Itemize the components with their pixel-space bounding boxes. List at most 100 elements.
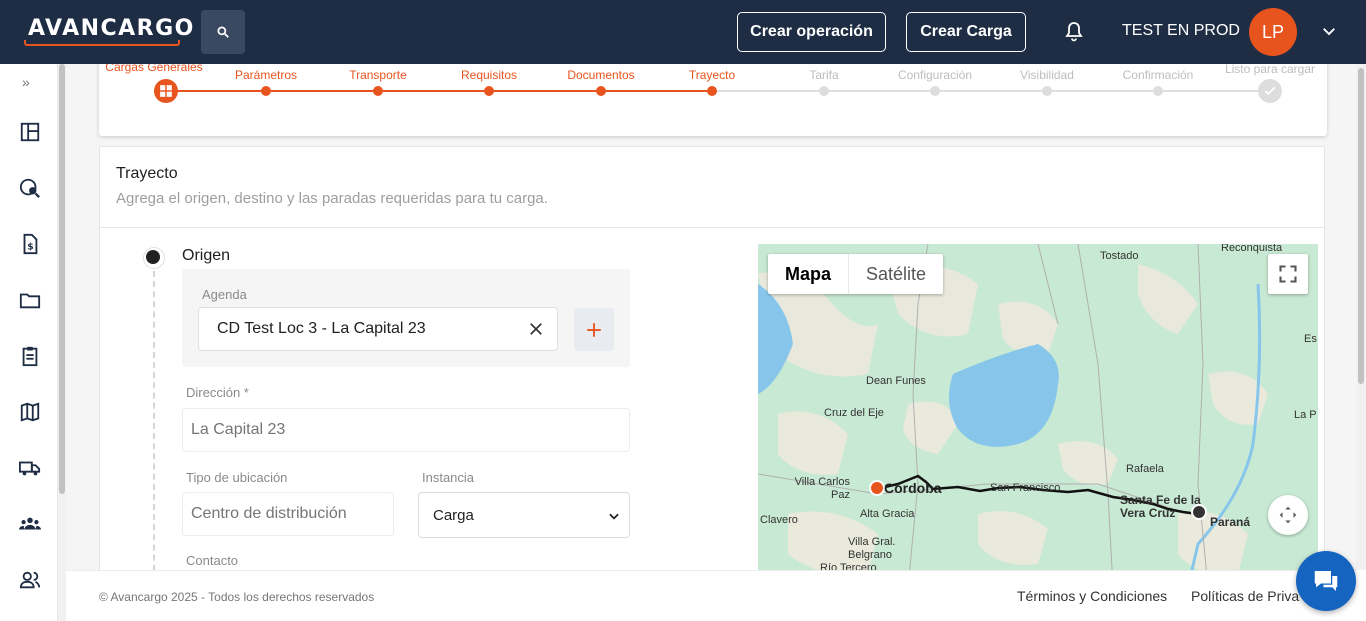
search-icon [217,26,229,38]
step-dot [819,86,829,96]
step-label: Trayecto [688,68,736,82]
map-tab-map[interactable]: Mapa [768,254,850,294]
invoice-icon[interactable]: $ [18,232,42,256]
instance-label: Instancia [422,470,475,485]
page-scrollbar[interactable] [1356,64,1366,570]
step-visibilidad[interactable]: Visibilidad [987,68,1107,82]
main-content: Cargas Generales Parámetros Transporte R… [66,64,1356,570]
terms-link[interactable]: Términos y Condiciones [1017,588,1167,604]
step-parametros[interactable]: Parámetros [206,68,326,82]
step-label: Requisitos [460,68,518,82]
create-operation-button[interactable]: Crear operación [737,12,886,52]
group-icon[interactable] [18,512,42,536]
origin-timeline-marker [144,248,164,268]
truck-icon[interactable] [18,456,42,480]
map-tab-satellite[interactable]: Satélite [849,254,943,294]
user-avatar[interactable]: LP [1249,8,1297,56]
step-configuracion[interactable]: Configuración [875,68,995,82]
step-dot [373,86,383,96]
step-dot [707,86,717,96]
step-dot [261,86,271,96]
location-type-input[interactable] [191,505,380,523]
stepper: Cargas Generales Parámetros Transporte R… [99,64,1327,136]
folder-icon[interactable] [18,288,42,312]
location-type-field[interactable] [182,492,394,536]
map-label: San Francisco [990,482,1061,494]
step-label: Configuración [897,68,973,82]
step-dot [484,86,494,96]
step-requisitos[interactable]: Requisitos [429,68,549,82]
map-label: Es [1304,333,1317,345]
origin-marker[interactable] [869,480,885,496]
avancargo-logo[interactable]: AVANCARGO [24,14,193,46]
map-label: Villa Gral. Belgrano [848,536,896,561]
step-dot [930,86,940,96]
agenda-value: CD Test Loc 3 - La Capital 23 [217,320,426,337]
origin-label: Origen [182,247,231,264]
map-camera-control[interactable] [1268,495,1308,535]
step-transporte[interactable]: Transporte [318,68,438,82]
agenda-label: Agenda [202,287,247,302]
expand-sidebar-icon[interactable]: » [22,74,30,90]
step-trayecto[interactable]: Trayecto [652,68,772,82]
section-subtitle: Agrega el origen, destino y las paradas … [116,190,548,207]
step-documentos[interactable]: Documentos [541,68,661,82]
stepper-progress-line [154,90,712,92]
step-listo-para-cargar[interactable]: Listo para cargar [1210,64,1330,76]
agenda-autocomplete[interactable]: CD Test Loc 3 - La Capital 23 [198,307,558,351]
sidebar-scrollbar-thumb[interactable] [59,64,65,494]
step-current-marker [154,79,178,103]
clear-icon[interactable] [527,320,545,338]
add-agenda-button[interactable] [574,308,614,351]
chevron-down-icon[interactable] [1320,22,1338,40]
map-label: Reconquista [1221,244,1283,254]
user-name[interactable]: TEST EN PROD [1122,22,1240,40]
map-label: Rafaela [1126,463,1164,475]
map-label: Clavero [760,514,798,526]
search-button[interactable] [201,10,245,54]
fullscreen-button[interactable] [1268,254,1308,294]
map-label: Río Tercero [820,562,877,570]
map-label: Paraná [1210,515,1251,529]
step-label: Parámetros [234,68,298,82]
step-label: Cargas Generales [105,64,203,74]
instance-value: Carga [433,507,474,524]
top-navbar: AVANCARGO Crear operación Crear Carga TE… [0,0,1366,64]
logo-underline [24,40,180,46]
chat-button[interactable] [1296,551,1356,611]
map-label: Villa Carlos Paz [794,476,850,501]
trayecto-card: Trayecto Agrega el origen, destino y las… [99,146,1325,570]
search-globe-icon[interactable] [18,176,42,200]
step-label: Tarifa [809,68,839,82]
sidebar-scrollbar[interactable] [58,64,66,621]
address-input[interactable] [191,421,593,439]
route-map[interactable]: Reconquista Tostado Dean Funes Cruz del … [758,244,1318,570]
map-icon[interactable] [18,400,42,424]
dashboard-icon[interactable] [18,120,42,144]
instance-select[interactable]: Carga [418,492,630,538]
clipboard-icon[interactable] [18,344,42,368]
step-cargas-generales[interactable]: Cargas Generales [94,64,214,74]
map-label: Dean Funes [866,375,926,387]
timeline-connector [153,271,155,570]
map-label: Córdoba [884,480,942,496]
logo-text: AVANCARGO [28,16,195,41]
step-confirmacion[interactable]: Confirmación [1098,68,1218,82]
copyright-text: © Avancargo 2025 - Todos los derechos re… [99,590,375,604]
privacy-link[interactable]: Políticas de Priva [1191,588,1299,604]
map-label: La P [1294,409,1317,421]
map-type-toggle[interactable]: Mapa Satélite [768,254,944,294]
page-scrollbar-thumb[interactable] [1358,68,1364,384]
create-load-button[interactable]: Crear Carga [906,12,1026,52]
footer: © Avancargo 2025 - Todos los derechos re… [66,570,1356,621]
step-label: Documentos [567,68,635,82]
notifications-bell-icon[interactable] [1062,20,1086,44]
section-divider [100,227,1324,228]
users-icon[interactable] [18,568,42,592]
grid-icon [160,85,172,97]
step-tarifa[interactable]: Tarifa [764,68,884,82]
plus-icon [587,322,601,337]
step-dot [596,86,606,96]
address-label: Dirección * [186,385,249,400]
address-field[interactable] [182,408,630,452]
